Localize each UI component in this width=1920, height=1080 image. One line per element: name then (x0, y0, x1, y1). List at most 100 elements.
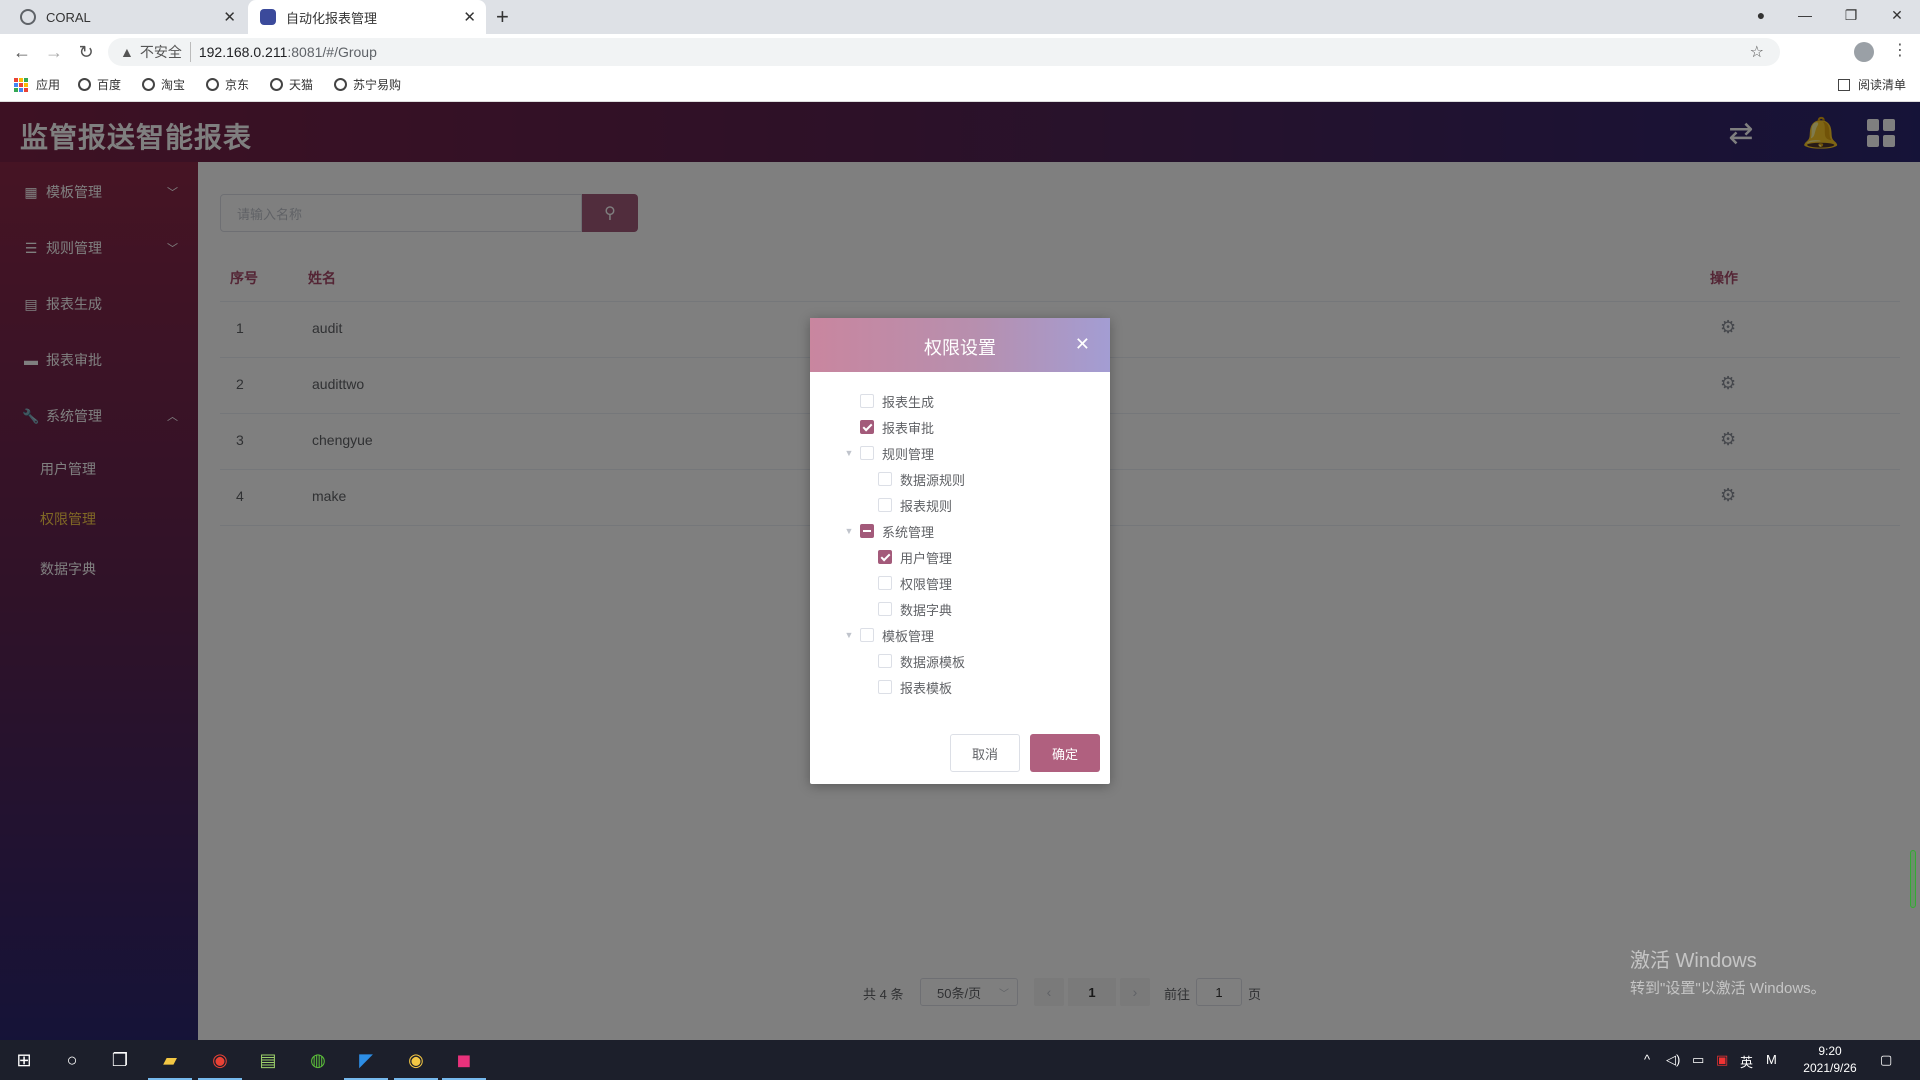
tray-chevron-icon[interactable]: ^ (1644, 1052, 1650, 1067)
system-clock[interactable]: 9:20 2021/9/26 (1794, 1043, 1866, 1077)
permission-dialog: 权限设置 ✕ ▼ 报表生成 ▼ 报表审批 ▼ 规则管理 ▼ 数据源规则 ▼ 报表… (810, 318, 1110, 784)
globe-icon (78, 78, 91, 91)
browser-tab-app[interactable]: 自动化报表管理 ✕ (248, 0, 486, 34)
reading-list-icon (1837, 78, 1850, 91)
notepad-icon[interactable]: ▤ (254, 1046, 282, 1074)
bookmark-apps[interactable]: 应用 (14, 76, 60, 93)
tree-node-templates[interactable]: ▼ 模板管理 (842, 622, 934, 648)
caret-down-icon[interactable]: ▼ (842, 448, 856, 458)
browser-tab-coral[interactable]: CORAL ✕ (8, 0, 246, 34)
close-tab-icon[interactable]: ✕ (223, 8, 236, 26)
tree-node-user-mgmt[interactable]: ▼ 用户管理 (860, 544, 952, 570)
search-icon[interactable]: ○ (58, 1046, 86, 1074)
close-tab-icon[interactable]: ✕ (463, 8, 476, 26)
close-window-button[interactable]: ✕ (1874, 0, 1920, 30)
tree-node-label: 模板管理 (882, 628, 935, 644)
bookmark-baidu[interactable]: 百度 (78, 76, 121, 93)
windows-start-icon[interactable]: ⊞ (10, 1046, 38, 1074)
task-view-icon[interactable]: ❐ (106, 1046, 134, 1074)
checkbox[interactable] (878, 498, 892, 512)
checkbox[interactable] (860, 446, 874, 460)
back-icon[interactable]: ← (10, 40, 34, 64)
new-tab-button[interactable]: + (496, 4, 509, 30)
checkbox[interactable] (878, 472, 892, 486)
tree-node-datasource-rules[interactable]: ▼ 数据源规则 (860, 466, 965, 492)
checkbox[interactable] (878, 654, 892, 668)
flag-icon[interactable]: ▣ (1716, 1052, 1728, 1068)
notification-icon[interactable]: ▢ (1880, 1052, 1892, 1068)
tree-node-permission-mgmt[interactable]: ▼ 权限管理 (860, 570, 952, 596)
dialog-header: 权限设置 ✕ (810, 318, 1110, 372)
tree-node-report-approve[interactable]: ▼ 报表审批 (842, 414, 934, 440)
tab-search-icon[interactable]: ● (1738, 0, 1784, 30)
globe-icon (20, 9, 36, 25)
profile-avatar[interactable] (1854, 42, 1874, 62)
intellij-icon[interactable]: ◼ (442, 1046, 486, 1080)
chrome-icon[interactable]: ◉ (198, 1046, 242, 1080)
tree-node-rules[interactable]: ▼ 规则管理 (842, 440, 934, 466)
tree-node-report-gen[interactable]: ▼ 报表生成 (842, 388, 934, 414)
tree-node-dictionary[interactable]: ▼ 数据字典 (860, 596, 952, 622)
tree-node-label: 报表规则 (900, 498, 953, 514)
watermark-line2: 转到"设置"以激活 Windows。 (1630, 980, 1826, 997)
ime-label[interactable]: 英 (1740, 1052, 1753, 1071)
reading-list-label: 阅读清单 (1857, 78, 1906, 92)
tree-node-label: 权限管理 (900, 576, 953, 592)
scroll-indicator[interactable] (1910, 850, 1916, 908)
checkbox[interactable] (860, 524, 874, 538)
confirm-button[interactable]: 确定 (1030, 734, 1100, 772)
bookmarks-bar: 应用 百度 淘宝 京东 天猫 苏宁易购 阅读清单 (0, 70, 1920, 102)
file-explorer-icon[interactable]: ▰ (148, 1046, 192, 1080)
tree-node-label: 规则管理 (882, 446, 935, 462)
tree-node-label: 报表审批 (882, 420, 935, 436)
reading-list-button[interactable]: 阅读清单 (1837, 76, 1906, 93)
bookmark-star-icon[interactable]: ☆ (1750, 42, 1764, 62)
vscode-icon[interactable]: ◤ (344, 1046, 388, 1080)
globe-icon (334, 78, 347, 91)
minimize-button[interactable]: — (1782, 0, 1828, 30)
checkbox[interactable] (860, 420, 874, 434)
checkbox[interactable] (878, 576, 892, 590)
browser-menu-icon[interactable]: ⋮ (1892, 40, 1908, 60)
caret-down-icon[interactable]: ▼ (842, 526, 856, 536)
app-green-icon[interactable]: ◍ (304, 1046, 332, 1074)
ime-mode-label[interactable]: M (1766, 1052, 1777, 1067)
bookmark-label: 京东 (225, 78, 250, 92)
tree-node-label: 报表模板 (900, 680, 953, 696)
globe-icon (206, 78, 219, 91)
tree-node-label: 数据字典 (900, 602, 953, 618)
globe-icon (142, 78, 155, 91)
bookmark-taobao[interactable]: 淘宝 (142, 76, 185, 93)
url-field[interactable]: ▲ 不安全 192.168.0.211:8081/#/Group ☆ (108, 38, 1780, 66)
bookmark-jd[interactable]: 京东 (206, 76, 249, 93)
restore-button[interactable]: ❐ (1828, 0, 1874, 30)
bookmark-tmall[interactable]: 天猫 (270, 76, 313, 93)
checkbox[interactable] (878, 550, 892, 564)
bookmark-label: 苏宁易购 (353, 78, 402, 92)
chrome-icon-active[interactable]: ◉ (394, 1046, 438, 1080)
browser-tab-bar: CORAL ✕ 自动化报表管理 ✕ + ● — ❐ ✕ (0, 0, 1920, 34)
tree-node-report-rules[interactable]: ▼ 报表规则 (860, 492, 952, 518)
checkbox[interactable] (860, 394, 874, 408)
close-icon[interactable]: ✕ (1075, 334, 1090, 355)
tree-node-system[interactable]: ▼ 系统管理 (842, 518, 934, 544)
forward-icon[interactable]: → (42, 40, 66, 64)
checkbox[interactable] (878, 602, 892, 616)
url-path: :8081/#/Group (287, 44, 377, 60)
network-icon[interactable]: ▭ (1692, 1052, 1704, 1068)
tree-node-report-templates[interactable]: ▼ 报表模板 (860, 674, 952, 700)
windows-activation-watermark: 激活 Windows 转到"设置"以激活 Windows。 (1630, 944, 1826, 998)
tab-title: CORAL (46, 9, 91, 25)
cancel-button[interactable]: 取消 (950, 734, 1020, 772)
checkbox[interactable] (878, 680, 892, 694)
bookmark-suning[interactable]: 苏宁易购 (334, 76, 401, 93)
watermark-line1: 激活 Windows (1630, 950, 1757, 972)
tree-node-datasource-templates[interactable]: ▼ 数据源模板 (860, 648, 965, 674)
warning-icon: ▲ (120, 44, 134, 60)
checkbox[interactable] (860, 628, 874, 642)
volume-icon[interactable]: ◁) (1666, 1052, 1680, 1068)
bookmark-label: 百度 (97, 78, 122, 92)
caret-down-icon[interactable]: ▼ (842, 630, 856, 640)
reload-icon[interactable]: ↻ (74, 40, 98, 64)
windows-taskbar: ⊞ ○ ❐ ▰ ◉ ▤ ◍ ◤ ◉ ◼ ^ ◁) ▭ ▣ 英 M 9:20 20… (0, 1040, 1920, 1080)
